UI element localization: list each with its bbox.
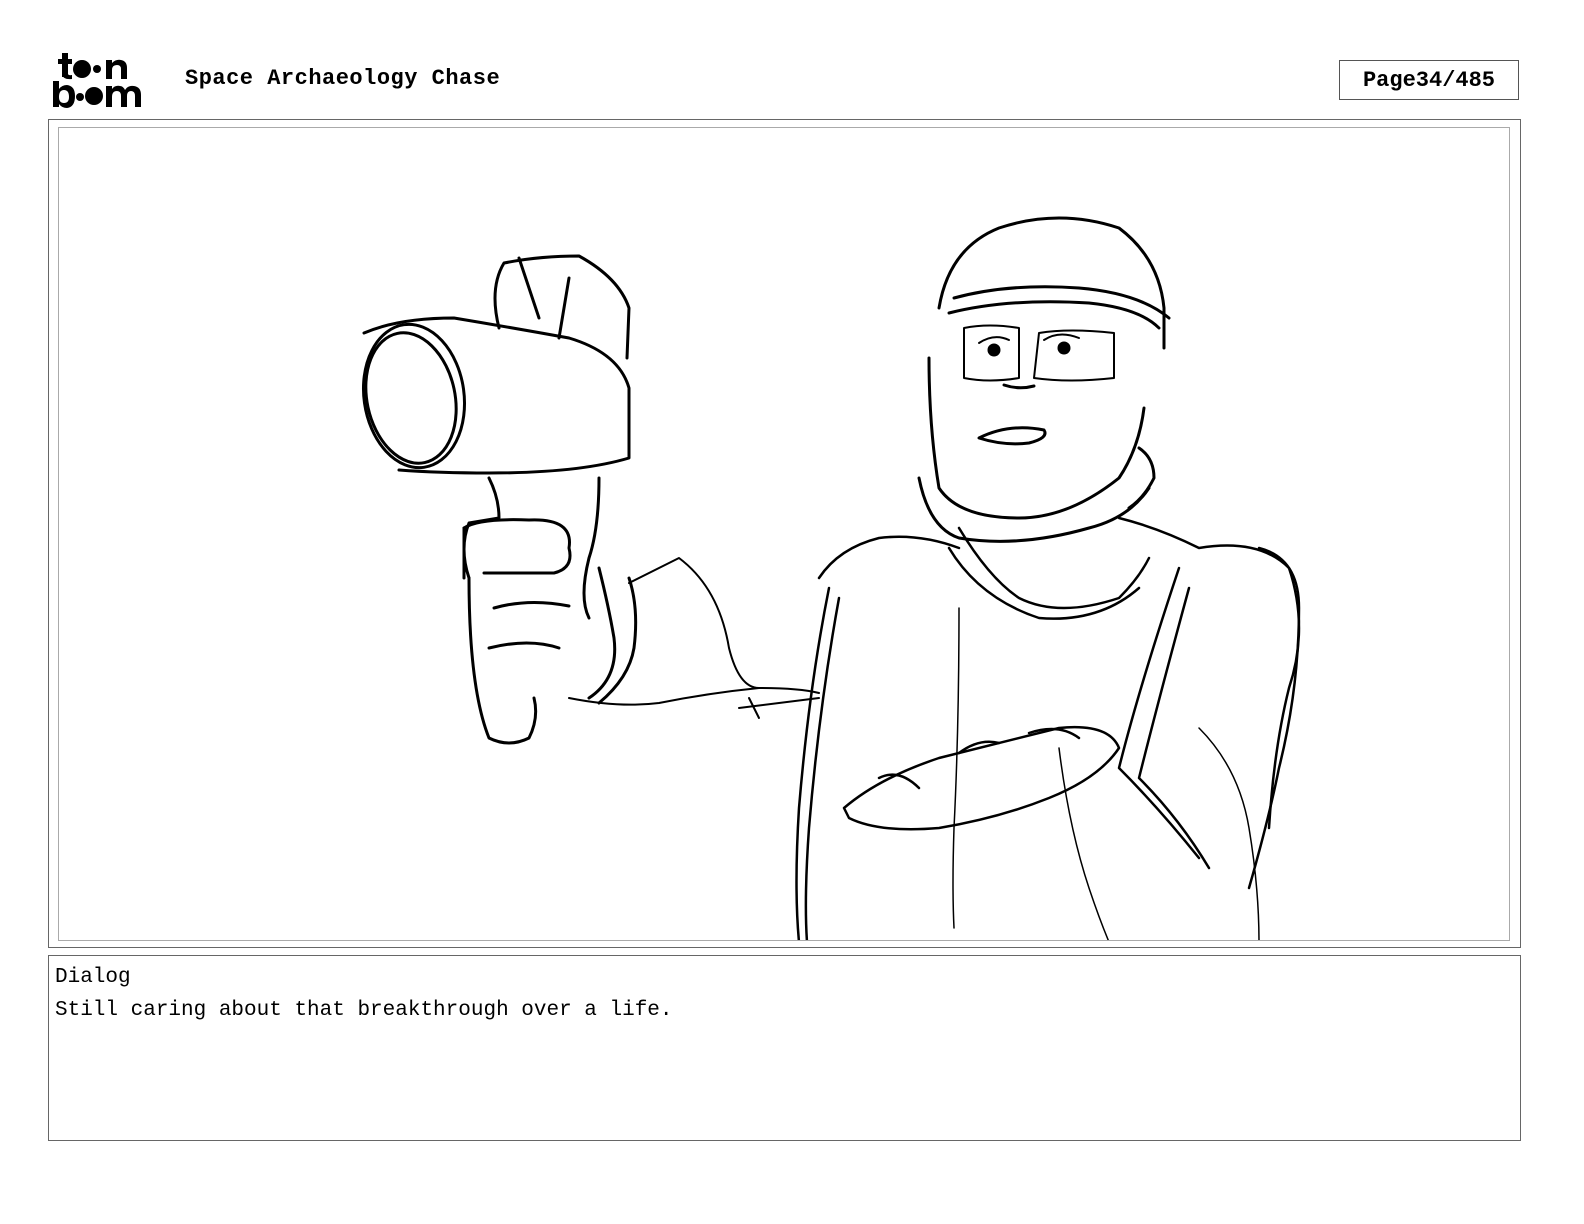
storyboard-panel <box>58 127 1510 941</box>
page-label: Page <box>1362 67 1416 93</box>
project-title: Space Archaeology Chase <box>185 66 501 91</box>
dialog-text: Still caring about that breakthrough ove… <box>55 999 673 1022</box>
toonboom-logo <box>50 50 162 112</box>
dialog-box: Dialog Still caring about that breakthro… <box>48 955 1521 1141</box>
dialog-label: Dialog <box>55 966 131 989</box>
page-indicator: Page 34/485 <box>1339 60 1519 100</box>
page-number: 34/485 <box>1415 67 1496 93</box>
storyboard-sketch <box>361 216 1301 940</box>
